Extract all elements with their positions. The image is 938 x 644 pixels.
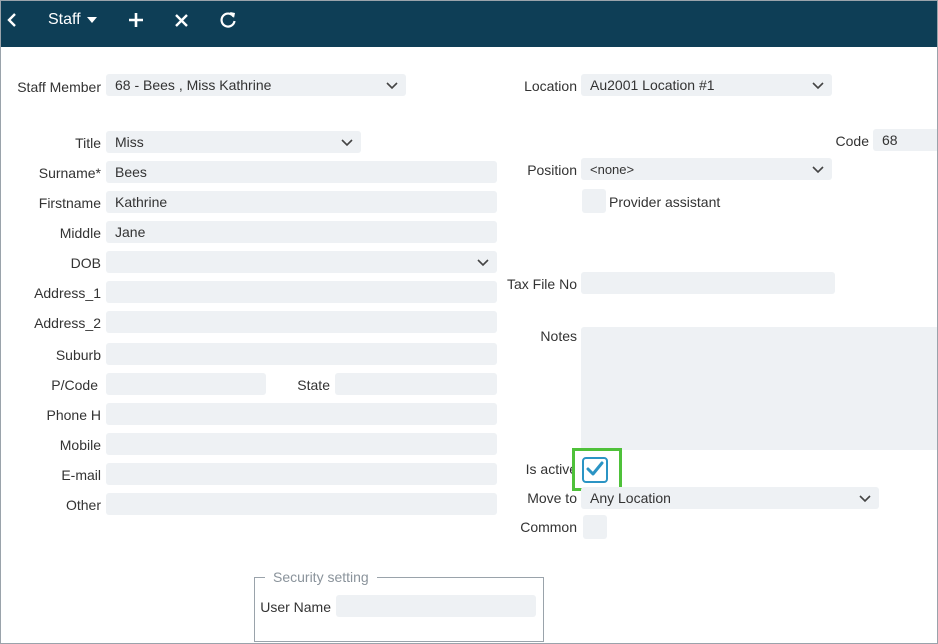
firstname-label: Firstname (38, 195, 101, 211)
mobile-label: Mobile (59, 437, 101, 453)
location-value: Au2001 Location #1 (590, 77, 715, 93)
staff-window: Staff Staff Member 68 - Bees , Miss Kath… (0, 0, 938, 644)
chevron-down-icon (386, 77, 398, 93)
staff-member-value: 68 - Bees , Miss Kathrine (115, 77, 272, 93)
position-value: <none> (590, 161, 635, 177)
plus-icon (128, 12, 144, 28)
is-active-label: Is active (525, 461, 577, 477)
pcode-field[interactable] (106, 373, 266, 395)
chevron-down-icon (859, 490, 871, 506)
address2-field[interactable] (106, 311, 497, 333)
add-button[interactable] (128, 1, 144, 39)
surname-field[interactable] (106, 161, 497, 183)
checkmark-icon (586, 461, 604, 480)
staff-menu-button[interactable]: Staff (48, 1, 97, 39)
phone-h-input[interactable] (106, 403, 497, 425)
surname-label: Surname* (38, 165, 101, 181)
position-label: Position (527, 162, 577, 178)
staff-member-select[interactable]: 68 - Bees , Miss Kathrine (106, 74, 406, 96)
state-label: State (297, 377, 330, 393)
staff-member-label: Staff Member (17, 79, 101, 95)
security-setting-legend: Security setting (273, 569, 369, 585)
chevron-down-icon (341, 134, 353, 150)
common-label: Common (520, 519, 577, 535)
other-input[interactable] (106, 493, 497, 515)
middle-field[interactable] (106, 221, 497, 243)
other-label: Other (65, 497, 101, 513)
move-to-value: Any Location (590, 490, 671, 506)
address1-input[interactable] (106, 281, 497, 303)
notes-label: Notes (540, 328, 577, 344)
email-input[interactable] (106, 463, 497, 485)
user-name-label: User Name (260, 599, 331, 615)
mobile-input[interactable] (106, 433, 497, 455)
address2-input[interactable] (106, 311, 497, 333)
tax-file-no-input[interactable] (581, 272, 835, 294)
chevron-left-icon (7, 13, 17, 27)
close-button[interactable] (175, 1, 188, 39)
address2-label: Address_2 (34, 315, 101, 331)
title-value: Miss (115, 134, 144, 150)
state-field[interactable] (335, 373, 497, 395)
common-checkbox[interactable] (583, 515, 607, 539)
toolbar: Staff (1, 1, 937, 47)
state-input[interactable] (335, 373, 497, 395)
surname-input[interactable] (106, 161, 497, 183)
middle-input[interactable] (106, 221, 497, 243)
provider-assistant-checkbox[interactable] (582, 189, 606, 213)
chevron-down-icon (812, 77, 824, 93)
address1-label: Address_1 (34, 285, 101, 301)
page-title: Staff (48, 11, 81, 28)
code-input[interactable] (873, 129, 937, 151)
move-to-label: Move to (527, 490, 577, 506)
pcode-label: P/Code (51, 377, 98, 393)
chevron-down-icon (812, 162, 824, 177)
notes-area[interactable] (581, 327, 937, 450)
firstname-field[interactable] (106, 191, 497, 213)
refresh-icon (219, 11, 237, 29)
pcode-input[interactable] (106, 373, 266, 395)
code-field[interactable] (873, 129, 937, 151)
suburb-field[interactable] (106, 343, 497, 365)
suburb-label: Suburb (55, 347, 101, 363)
dob-label: DOB (70, 255, 101, 271)
title-label: Title (75, 135, 101, 151)
back-button[interactable] (7, 1, 17, 39)
tax-file-no-label: Tax File No (506, 276, 577, 292)
location-label: Location (524, 78, 577, 94)
address1-field[interactable] (106, 281, 497, 303)
dob-select[interactable] (106, 251, 497, 273)
close-icon (175, 13, 188, 27)
user-name-input[interactable] (336, 595, 536, 617)
mobile-field[interactable] (106, 433, 497, 455)
middle-label: Middle (59, 225, 101, 241)
refresh-button[interactable] (219, 1, 237, 39)
is-active-checkbox[interactable] (582, 457, 608, 483)
location-select[interactable]: Au2001 Location #1 (581, 74, 832, 96)
title-select[interactable]: Miss (106, 131, 361, 153)
email-field[interactable] (106, 463, 497, 485)
chevron-down-icon (477, 254, 489, 270)
other-field[interactable] (106, 493, 497, 515)
email-label: E-mail (61, 467, 101, 483)
phone-h-label: Phone H (46, 407, 101, 423)
phone-h-field[interactable] (106, 403, 497, 425)
tax-file-no-field[interactable] (581, 272, 835, 294)
move-to-select[interactable]: Any Location (581, 487, 879, 509)
suburb-input[interactable] (106, 343, 497, 365)
position-select[interactable]: <none> (581, 158, 832, 180)
caret-down-icon (86, 17, 97, 23)
provider-assistant-label: Provider assistant (609, 194, 721, 210)
notes-textarea[interactable] (581, 327, 937, 450)
firstname-input[interactable] (106, 191, 497, 213)
user-name-field[interactable] (336, 595, 536, 617)
code-label: Code (835, 133, 869, 149)
